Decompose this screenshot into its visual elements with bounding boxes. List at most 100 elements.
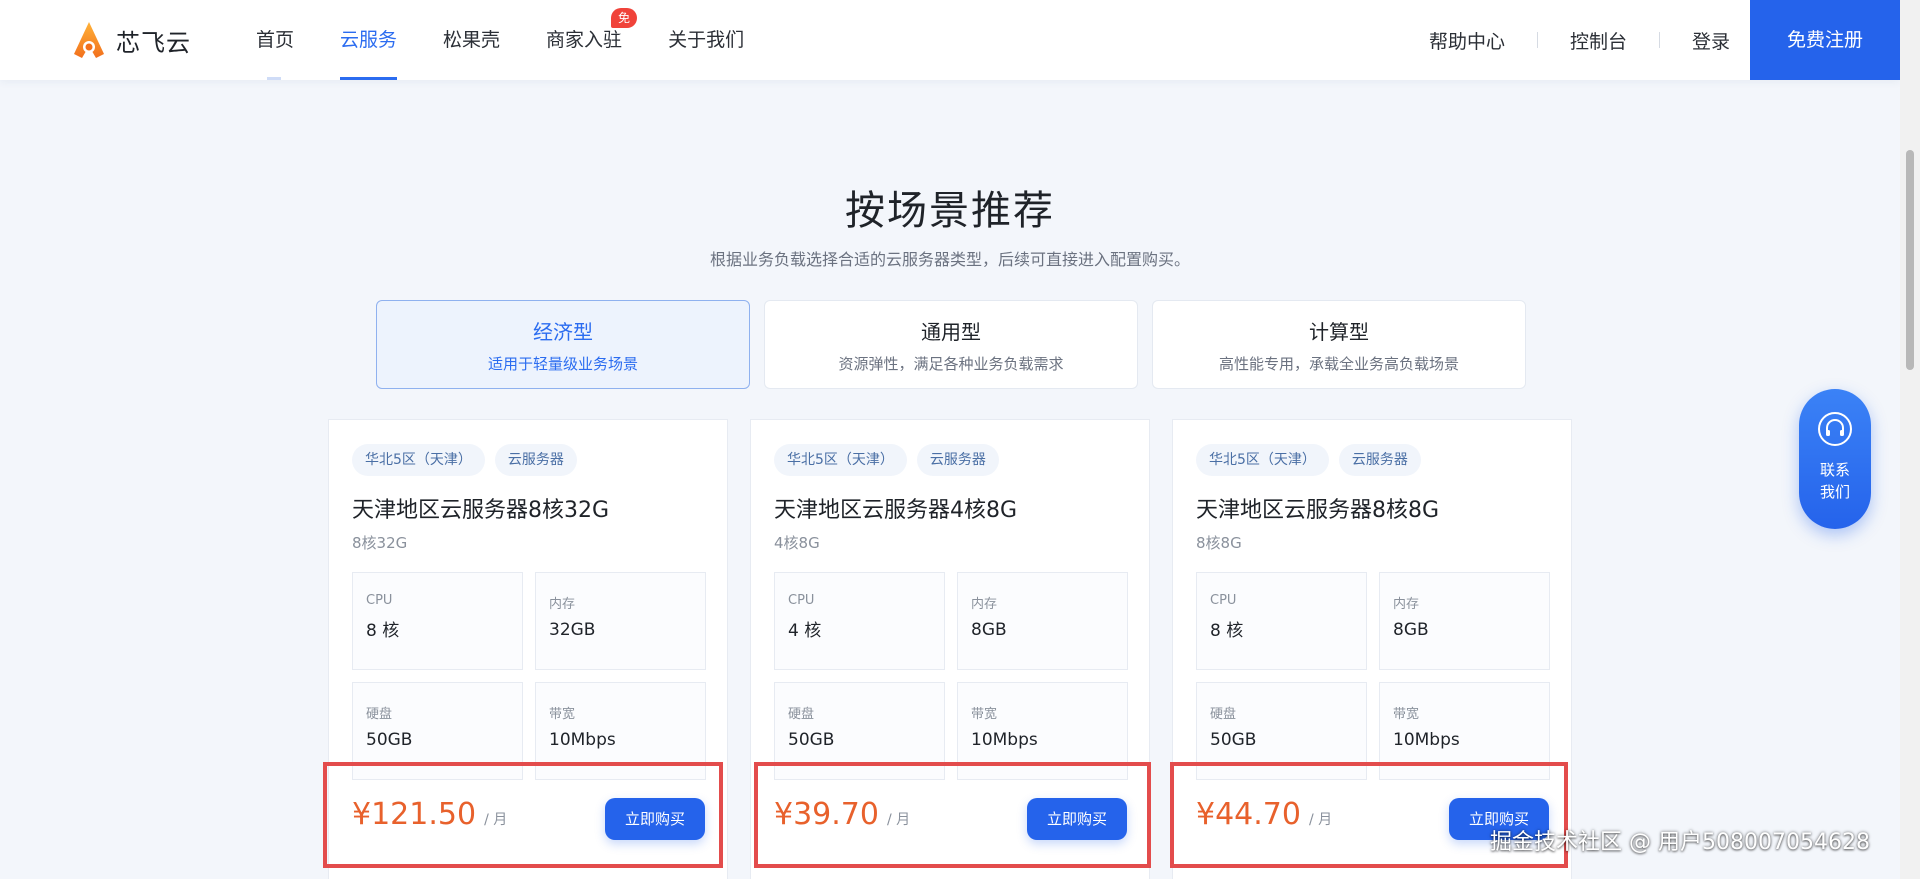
spec-value: 8GB	[1393, 620, 1429, 640]
spec-disk: 硬盘 50GB	[352, 682, 523, 780]
spec-label: 带宽	[971, 707, 998, 722]
site-watermark: 掘金技术社区 @ 用户508007054628	[1490, 830, 1870, 855]
spec-cpu: CPU 4 核	[774, 572, 945, 670]
page-scrollbar[interactable]	[1900, 0, 1920, 879]
spec-memory: 内存 32GB	[535, 572, 706, 670]
card-tags: 华北5区（天津） 云服务器	[352, 444, 587, 476]
main-nav: 首页 云服务 松果壳 商家入驻 免费 关于我们	[256, 0, 790, 80]
spec-cpu: CPU 8 核	[1196, 572, 1367, 670]
scrollbar-thumb[interactable]	[1906, 150, 1914, 370]
card-title: 天津地区云服务器8核8G	[1196, 498, 1440, 523]
type-tag: 云服务器	[1338, 444, 1421, 476]
type-tag: 云服务器	[916, 444, 999, 476]
spec-value: 8 核	[1210, 621, 1244, 641]
spec-disk: 硬盘 50GB	[774, 682, 945, 780]
nav-merchant-join-label: 商家入驻	[546, 29, 623, 51]
price-block: ¥44.70 / 月	[1196, 797, 1332, 832]
spec-value: 10Mbps	[971, 730, 1038, 750]
nav-about-us-label: 关于我们	[668, 29, 745, 51]
spec-value: 10Mbps	[549, 730, 616, 750]
product-cards: 华北5区（天津） 云服务器 天津地区云服务器8核32G 8核32G CPU 8 …	[328, 419, 1594, 879]
price-unit: / 月	[484, 812, 508, 828]
nav-merchant-join[interactable]: 商家入驻 免费	[546, 0, 638, 80]
tab-general-desc: 资源弹性，满足各种业务负载需求	[838, 355, 1064, 373]
card-title: 天津地区云服务器4核8G	[774, 498, 1018, 523]
header-right-links: 帮助中心 控制台 登录	[1397, 0, 1762, 80]
product-card: 华北5区（天津） 云服务器 天津地区云服务器8核32G 8核32G CPU 8 …	[328, 419, 728, 879]
price-value: ¥121.50	[352, 797, 477, 832]
section-title: 按场景推荐	[845, 188, 1055, 234]
price-block: ¥121.50 / 月	[352, 797, 507, 832]
price-value: ¥39.70	[774, 797, 879, 832]
region-tag: 华北5区（天津）	[774, 444, 907, 476]
price-block: ¥39.70 / 月	[774, 797, 910, 832]
product-card: 华北5区（天津） 云服务器 天津地区云服务器8核8G 8核8G CPU 8 核 …	[1172, 419, 1572, 879]
help-center-link[interactable]: 帮助中心	[1397, 27, 1537, 54]
spec-value: 50GB	[366, 730, 413, 750]
spec-cpu: CPU 8 核	[352, 572, 523, 670]
contact-us-label: 联系 我们	[1819, 461, 1850, 501]
nav-pinecone[interactable]: 松果壳	[443, 0, 500, 80]
nav-cloud-service[interactable]: 云服务	[340, 0, 398, 80]
login-link[interactable]: 登录	[1660, 27, 1762, 54]
console-link[interactable]: 控制台	[1538, 27, 1659, 54]
tab-economy-name: 经济型	[533, 320, 593, 344]
spec-memory: 内存 8GB	[1379, 572, 1550, 670]
tab-economy-desc: 适用于轻量级业务场景	[487, 355, 638, 373]
spec-label: 硬盘	[1210, 707, 1237, 722]
region-tag: 华北5区（天津）	[352, 444, 485, 476]
spec-value: 8GB	[971, 620, 1007, 640]
spec-bandwidth: 带宽 10Mbps	[957, 682, 1128, 780]
nav-home[interactable]: 首页	[256, 0, 294, 80]
price-unit: / 月	[1308, 812, 1333, 828]
spec-bandwidth: 带宽 10Mbps	[1379, 682, 1550, 780]
spec-grid: CPU 8 核 内存 8GB 硬盘 50GB 带宽 10Mbps	[1196, 572, 1550, 780]
spec-label: 内存	[1393, 597, 1420, 612]
nav-cloud-service-label: 云服务	[340, 29, 398, 51]
tab-compute-name: 计算型	[1309, 320, 1369, 344]
spec-value: 50GB	[788, 730, 835, 750]
spec-label: 带宽	[549, 707, 576, 722]
tab-compute[interactable]: 计算型 高性能专用，承载全业务高负载场景	[1152, 300, 1526, 389]
headset-icon	[1818, 412, 1852, 446]
spec-label: 带宽	[1393, 707, 1420, 722]
card-tags: 华北5区（天津） 云服务器	[774, 444, 1009, 476]
spec-value: 10Mbps	[1393, 730, 1460, 750]
spec-label: 内存	[971, 597, 998, 612]
tab-general[interactable]: 通用型 资源弹性，满足各种业务负载需求	[764, 300, 1138, 389]
card-subtitle: 8核8G	[1196, 534, 1242, 552]
spec-value: 32GB	[549, 620, 596, 640]
spec-grid: CPU 4 核 内存 8GB 硬盘 50GB 带宽 10Mbps	[774, 572, 1128, 780]
spec-disk: 硬盘 50GB	[1196, 682, 1367, 780]
spec-value: 50GB	[1210, 730, 1257, 750]
brand-logo[interactable]: 芯飞云	[72, 20, 191, 60]
nav-pinecone-label: 松果壳	[443, 29, 501, 51]
logo-icon	[74, 22, 104, 58]
tab-economy[interactable]: 经济型 适用于轻量级业务场景	[376, 300, 750, 389]
spec-grid: CPU 8 核 内存 32GB 硬盘 50GB 带宽 10Mbps	[352, 572, 706, 780]
free-badge: 免费	[611, 8, 638, 45]
spec-label: CPU	[366, 593, 393, 608]
card-subtitle: 8核32G	[352, 534, 408, 552]
free-signup-button[interactable]: 免费注册	[1750, 0, 1900, 80]
spec-label: 硬盘	[788, 707, 815, 722]
spec-value: 8 核	[366, 621, 400, 641]
buy-now-button[interactable]: 立即购买	[1027, 798, 1127, 840]
nav-home-indicator	[267, 77, 281, 80]
card-subtitle: 4核8G	[774, 534, 820, 552]
top-header: 芯飞云 首页 云服务 松果壳 商家入驻 免费 关于我们 帮助中心 控制台 登录 …	[0, 0, 1900, 80]
spec-value: 4 核	[788, 621, 822, 641]
card-tags: 华北5区（天津） 云服务器	[1196, 444, 1431, 476]
section-subtitle: 根据业务负载选择合适的云服务器类型，后续可直接进入配置购买。	[709, 250, 1190, 269]
scenario-tabs: 经济型 适用于轻量级业务场景 通用型 资源弹性，满足各种业务负载需求 计算型 高…	[376, 300, 1540, 389]
contact-us-button[interactable]: 联系 我们	[1799, 389, 1871, 529]
nav-about-us[interactable]: 关于我们	[668, 0, 744, 80]
region-tag: 华北5区（天津）	[1196, 444, 1329, 476]
spec-label: CPU	[1210, 593, 1237, 608]
price-value: ¥44.70	[1196, 797, 1301, 832]
card-title: 天津地区云服务器8核32G	[352, 498, 610, 523]
spec-label: CPU	[788, 593, 815, 608]
tab-compute-desc: 高性能专用，承载全业务高负载场景	[1218, 355, 1459, 373]
buy-now-button[interactable]: 立即购买	[605, 798, 705, 840]
spec-bandwidth: 带宽 10Mbps	[535, 682, 706, 780]
